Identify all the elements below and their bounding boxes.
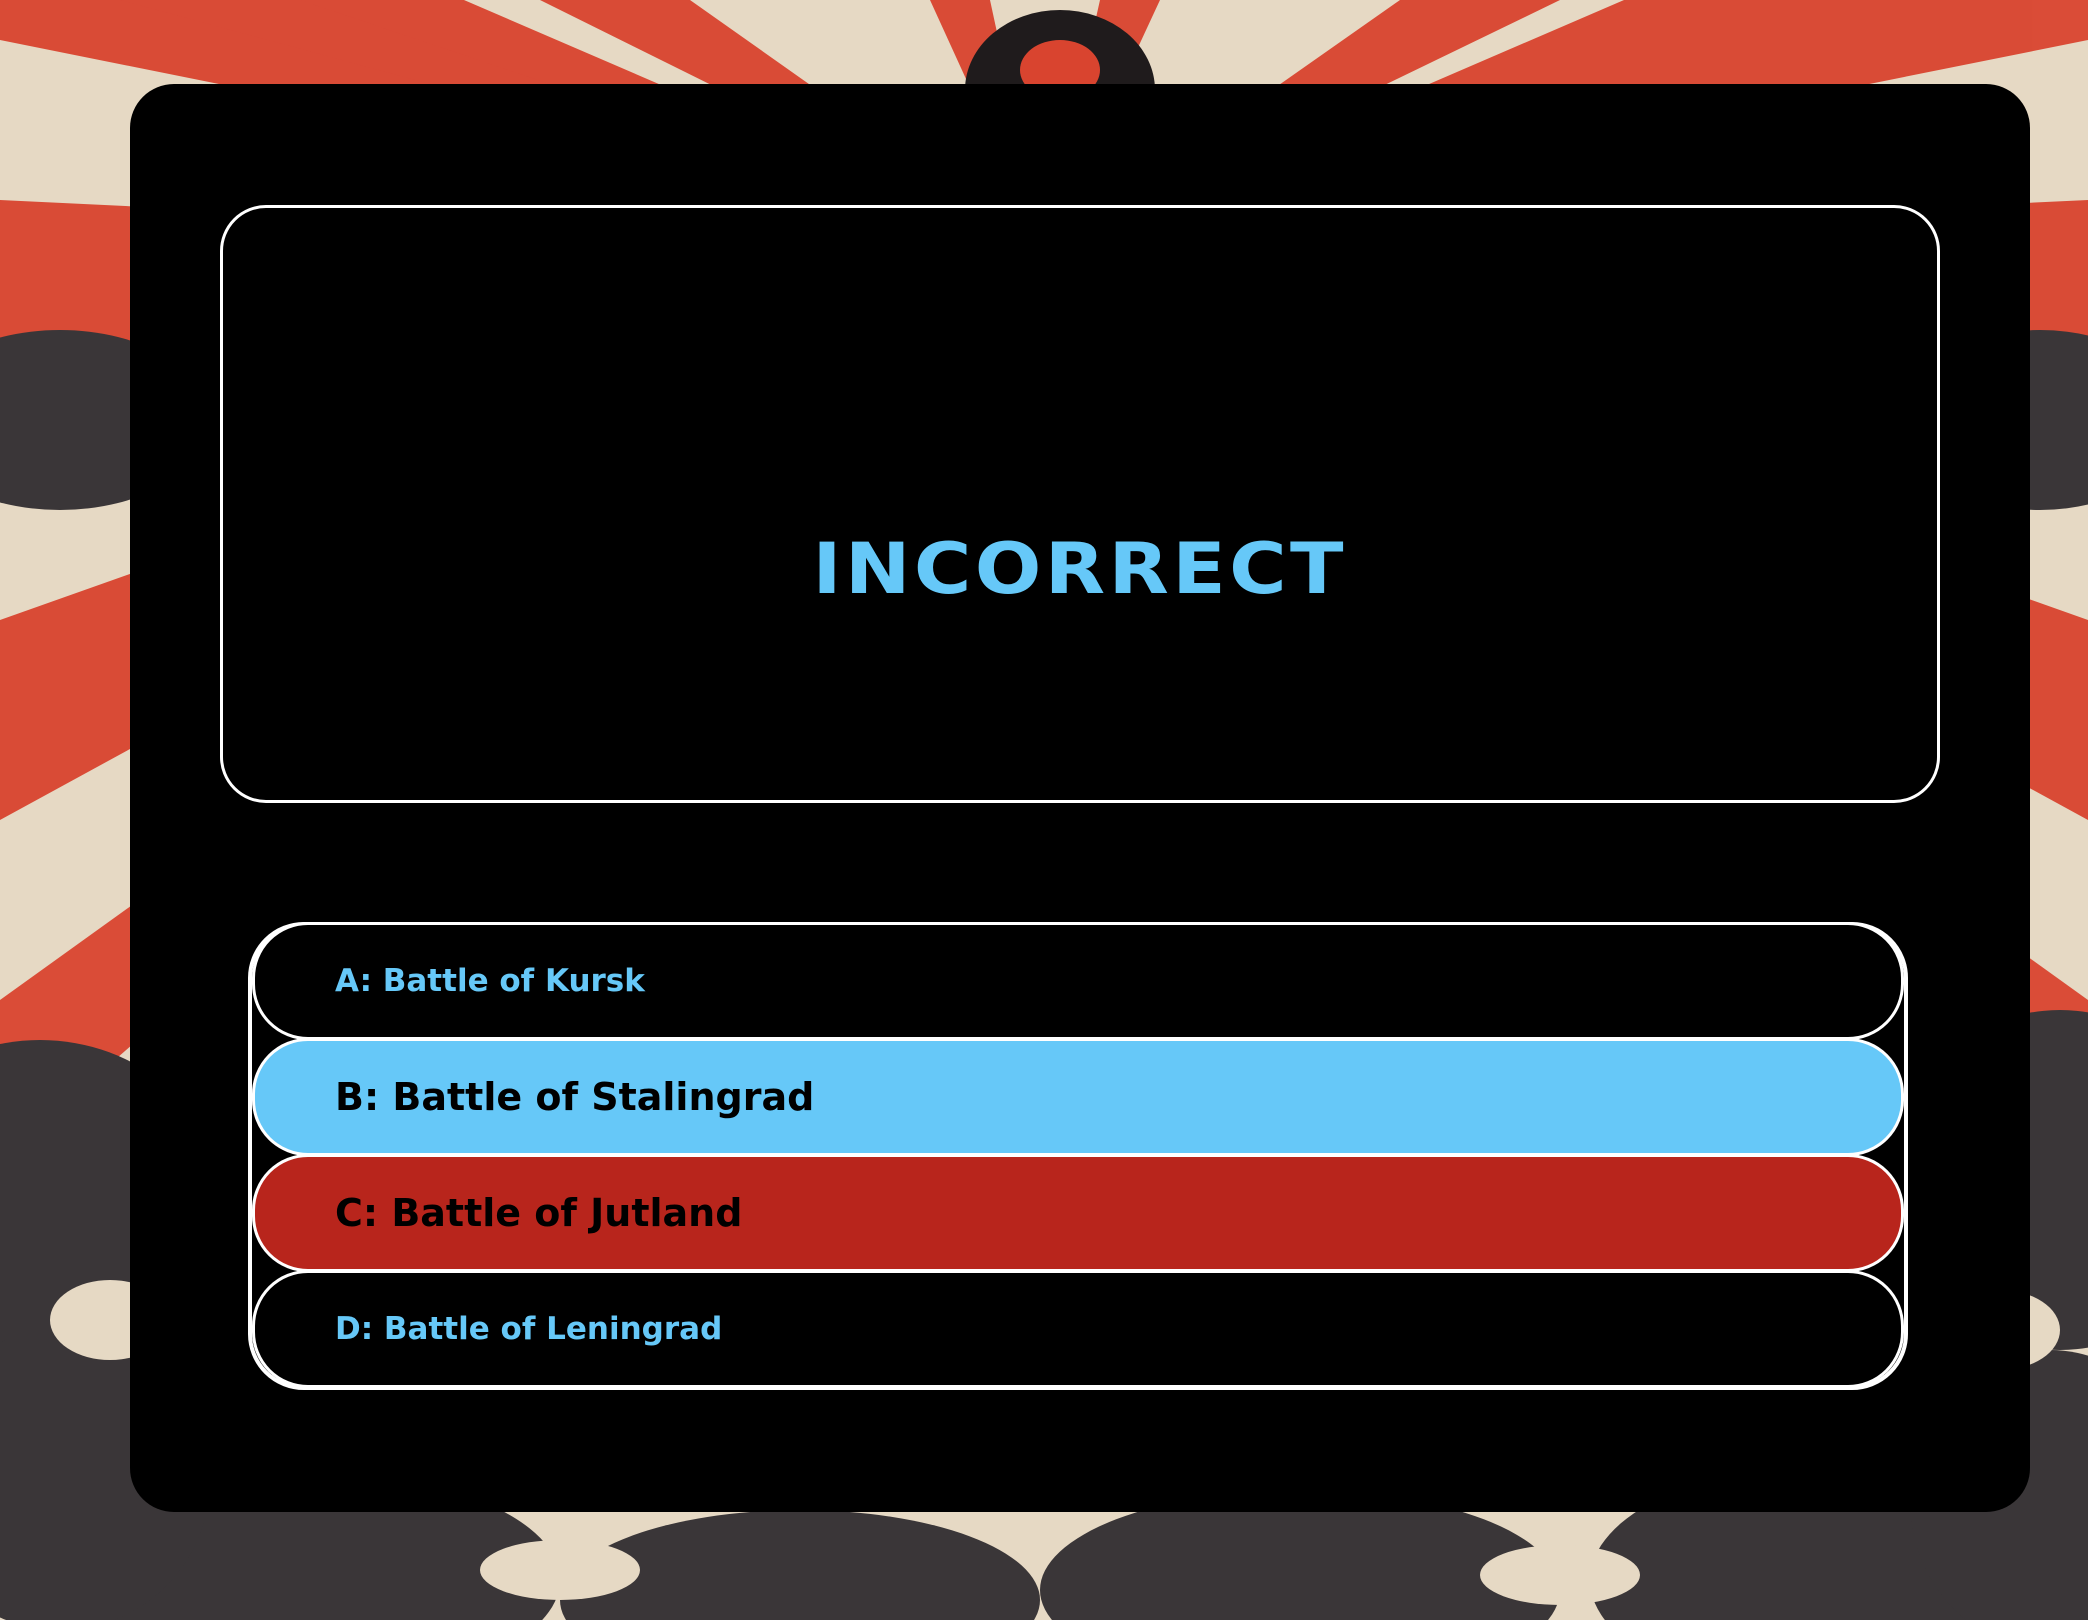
answer-option-d[interactable]: D: Battle of Leningrad	[252, 1270, 1904, 1388]
answer-label: A: Battle of Kursk	[335, 963, 645, 999]
result-box: INCORRECT	[220, 205, 1940, 803]
answer-label: C: Battle of Jutland	[335, 1191, 743, 1235]
answer-option-a[interactable]: A: Battle of Kursk	[252, 922, 1904, 1040]
quiz-panel: INCORRECT A: Battle of Kursk B: Battle o…	[130, 84, 2030, 1512]
answer-option-b[interactable]: B: Battle of Stalingrad	[252, 1038, 1904, 1156]
answer-label: B: Battle of Stalingrad	[335, 1075, 815, 1119]
answer-option-c[interactable]: C: Battle of Jutland	[252, 1154, 1904, 1272]
answer-label: D: Battle of Leningrad	[335, 1311, 723, 1347]
answer-list: A: Battle of Kursk B: Battle of Stalingr…	[248, 922, 1908, 1390]
result-message: INCORRECT	[812, 528, 1348, 610]
